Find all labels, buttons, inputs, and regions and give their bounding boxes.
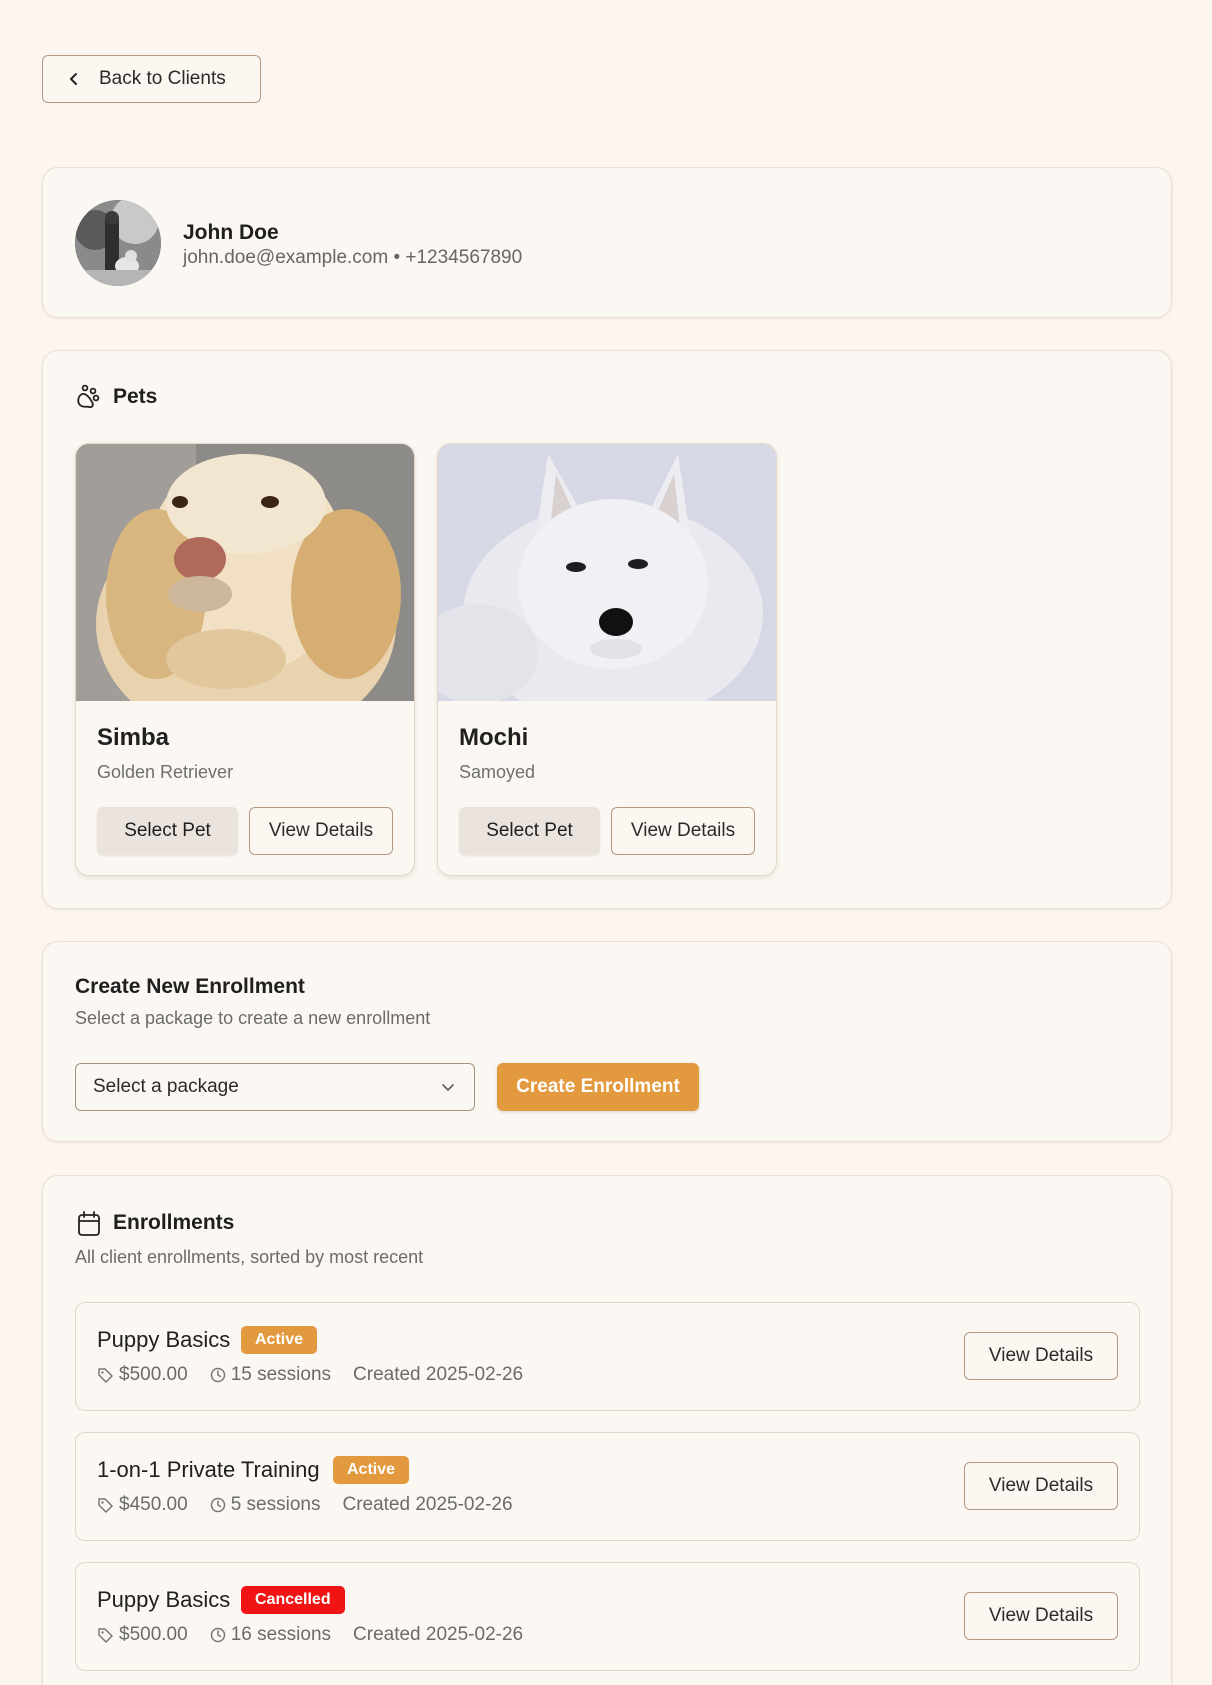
status-badge: Cancelled [241,1586,345,1614]
package-select[interactable]: Select a package [75,1063,475,1111]
select-pet-button[interactable]: Select Pet [97,807,238,855]
pet-card-mochi: Mochi Samoyed Select Pet View Details [437,443,777,876]
pet-photo [76,444,414,701]
create-enrollment-title: Create New Enrollment [75,975,305,998]
enrollments-card: Enrollments All client enrollments, sort… [42,1175,1172,1685]
calendar-icon [78,1211,100,1236]
clock-icon [210,1627,225,1643]
enrollment-meta: $500.00 15 sessions Created 2025-02-26 [97,1364,545,1386]
paw-icon [77,384,100,409]
clock-icon [210,1497,225,1513]
view-enrollment-details-button[interactable]: View Details [964,1332,1118,1380]
enrollment-price: $500.00 [119,1364,188,1385]
enrollment-package-name: Puppy Basics [97,1327,231,1352]
back-to-clients-label: Back to Clients [99,68,226,89]
select-pet-button[interactable]: Select Pet [459,807,600,855]
pet-name: Mochi [459,724,529,751]
tag-icon [98,1627,113,1643]
create-enrollment-subtitle: Select a package to create a new enrollm… [75,1008,431,1028]
pet-breed: Samoyed [459,762,536,782]
enrollment-sessions: 5 sessions [230,1494,321,1515]
enrollment-package-name: 1-on-1 Private Training [97,1457,320,1482]
client-name: John Doe [183,221,279,244]
enrollment-row: Puppy Basics Cancelled $500.00 16 sessio… [75,1562,1140,1671]
enrollment-meta: $500.00 16 sessions Created 2025-02-26 [97,1624,545,1646]
status-badge: Active [241,1326,318,1354]
chevron-down-icon [442,1084,454,1091]
enrollment-row: Puppy Basics Active $500.00 15 sessions … [75,1302,1140,1411]
chevron-left-icon [70,73,77,85]
pets-card: Pets Simba Golden Retriever Select Pet V… [42,350,1172,909]
pets-title: Pets [113,385,158,408]
clock-icon [210,1367,225,1383]
view-pet-details-button[interactable]: View Details [249,807,393,855]
enrollment-package-name: Puppy Basics [97,1587,231,1612]
pet-name: Simba [97,724,170,751]
client-contact: john.doe@example.com • +1234567890 [183,247,523,268]
pet-photo [438,444,776,701]
enrollment-created: Created 2025-02-26 [353,1624,524,1645]
enrollment-sessions: 16 sessions [230,1624,332,1645]
tag-icon [98,1497,113,1513]
client-header-card: John Doe john.doe@example.com • +1234567… [42,167,1172,318]
package-select-value: Select a package [93,1076,239,1097]
view-pet-details-button[interactable]: View Details [611,807,755,855]
pet-breed: Golden Retriever [97,762,234,782]
status-badge: Active [333,1456,410,1484]
create-enrollment-button[interactable]: Create Enrollment [497,1063,699,1111]
enrollment-price: $450.00 [119,1494,188,1515]
enrollment-price: $500.00 [119,1624,188,1645]
enrollment-created: Created 2025-02-26 [353,1364,524,1385]
enrollment-created: Created 2025-02-26 [342,1494,513,1515]
avatar [75,200,161,286]
tag-icon [98,1367,113,1383]
enrollment-row: 1-on-1 Private Training Active $450.00 5… [75,1432,1140,1541]
create-enrollment-card: Create New Enrollment Select a package t… [42,941,1172,1142]
enrollment-sessions: 15 sessions [230,1364,332,1385]
enrollments-title: Enrollments [113,1211,235,1234]
enrollments-subtitle: All client enrollments, sorted by most r… [75,1247,424,1267]
back-to-clients-button[interactable]: Back to Clients [42,55,261,103]
view-enrollment-details-button[interactable]: View Details [964,1592,1118,1640]
pet-card-simba: Simba Golden Retriever Select Pet View D… [75,443,415,876]
view-enrollment-details-button[interactable]: View Details [964,1462,1118,1510]
enrollment-meta: $450.00 5 sessions Created 2025-02-26 [97,1494,535,1516]
